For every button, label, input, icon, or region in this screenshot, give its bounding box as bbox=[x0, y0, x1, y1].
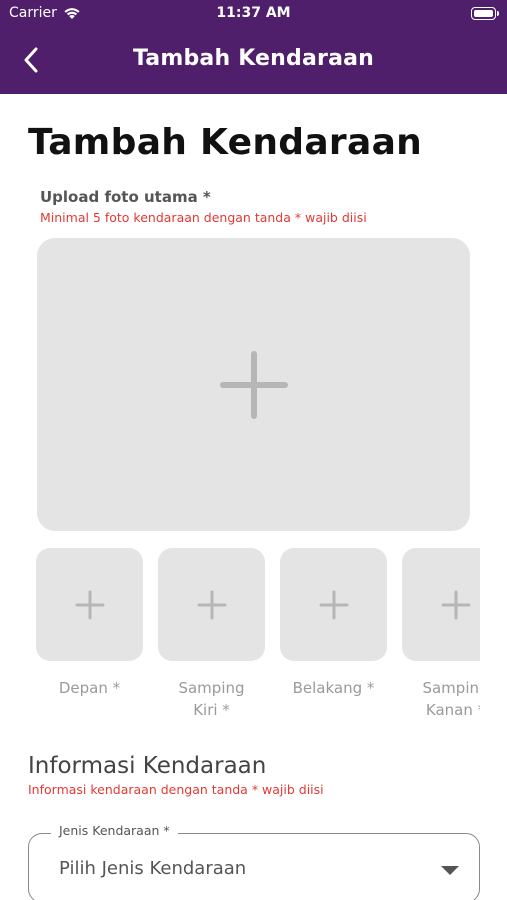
thumb-label: Depan * bbox=[58, 679, 121, 697]
upload-note: Minimal 5 foto kendaraan dengan tanda * … bbox=[40, 210, 367, 225]
vehicle-type-label: Jenis Kendaraan * bbox=[51, 823, 178, 838]
thumb-upload-samping-kiri[interactable] bbox=[158, 548, 265, 661]
section-title: Informasi Kendaraan bbox=[28, 753, 267, 779]
page-title: Tambah Kendaraan bbox=[28, 122, 423, 163]
section-note: Informasi kendaraan dengan tanda * wajib… bbox=[28, 782, 324, 797]
plus-icon bbox=[197, 590, 226, 619]
thumb-upload-depan[interactable] bbox=[36, 548, 143, 661]
thumb-belakang: Belakang * bbox=[280, 548, 387, 699]
thumb-label: Samping Kiri * bbox=[178, 679, 245, 719]
nav-bar: Tambah Kendaraan bbox=[0, 28, 507, 94]
main-photo-upload[interactable] bbox=[37, 238, 470, 531]
plus-icon bbox=[219, 350, 288, 419]
photo-thumbnails[interactable]: Depan * Samping Kiri * Belakang * Sampin… bbox=[36, 548, 480, 728]
plus-icon bbox=[441, 590, 470, 619]
status-bar: Carrier 11:37 AM bbox=[0, 0, 507, 28]
upload-label: Upload foto utama * bbox=[40, 188, 211, 206]
status-time: 11:37 AM bbox=[216, 5, 291, 21]
vehicle-type-value: Pilih Jenis Kendaraan bbox=[59, 858, 247, 879]
thumb-samping-kanan: Samping Kanan * bbox=[402, 548, 480, 721]
vehicle-type-select[interactable]: Jenis Kendaraan * Pilih Jenis Kendaraan bbox=[28, 823, 480, 900]
thumb-depan: Depan * bbox=[36, 548, 143, 699]
thumb-label: Belakang * bbox=[292, 679, 375, 697]
thumb-samping-kiri: Samping Kiri * bbox=[158, 548, 265, 721]
thumb-upload-samping-kanan[interactable] bbox=[402, 548, 480, 661]
caret-down-icon bbox=[441, 866, 459, 875]
thumb-label: Samping Kanan * bbox=[422, 679, 480, 719]
plus-icon bbox=[75, 590, 104, 619]
thumb-upload-belakang[interactable] bbox=[280, 548, 387, 661]
plus-icon bbox=[319, 590, 348, 619]
battery-icon bbox=[471, 7, 499, 20]
nav-title: Tambah Kendaraan bbox=[132, 46, 375, 71]
